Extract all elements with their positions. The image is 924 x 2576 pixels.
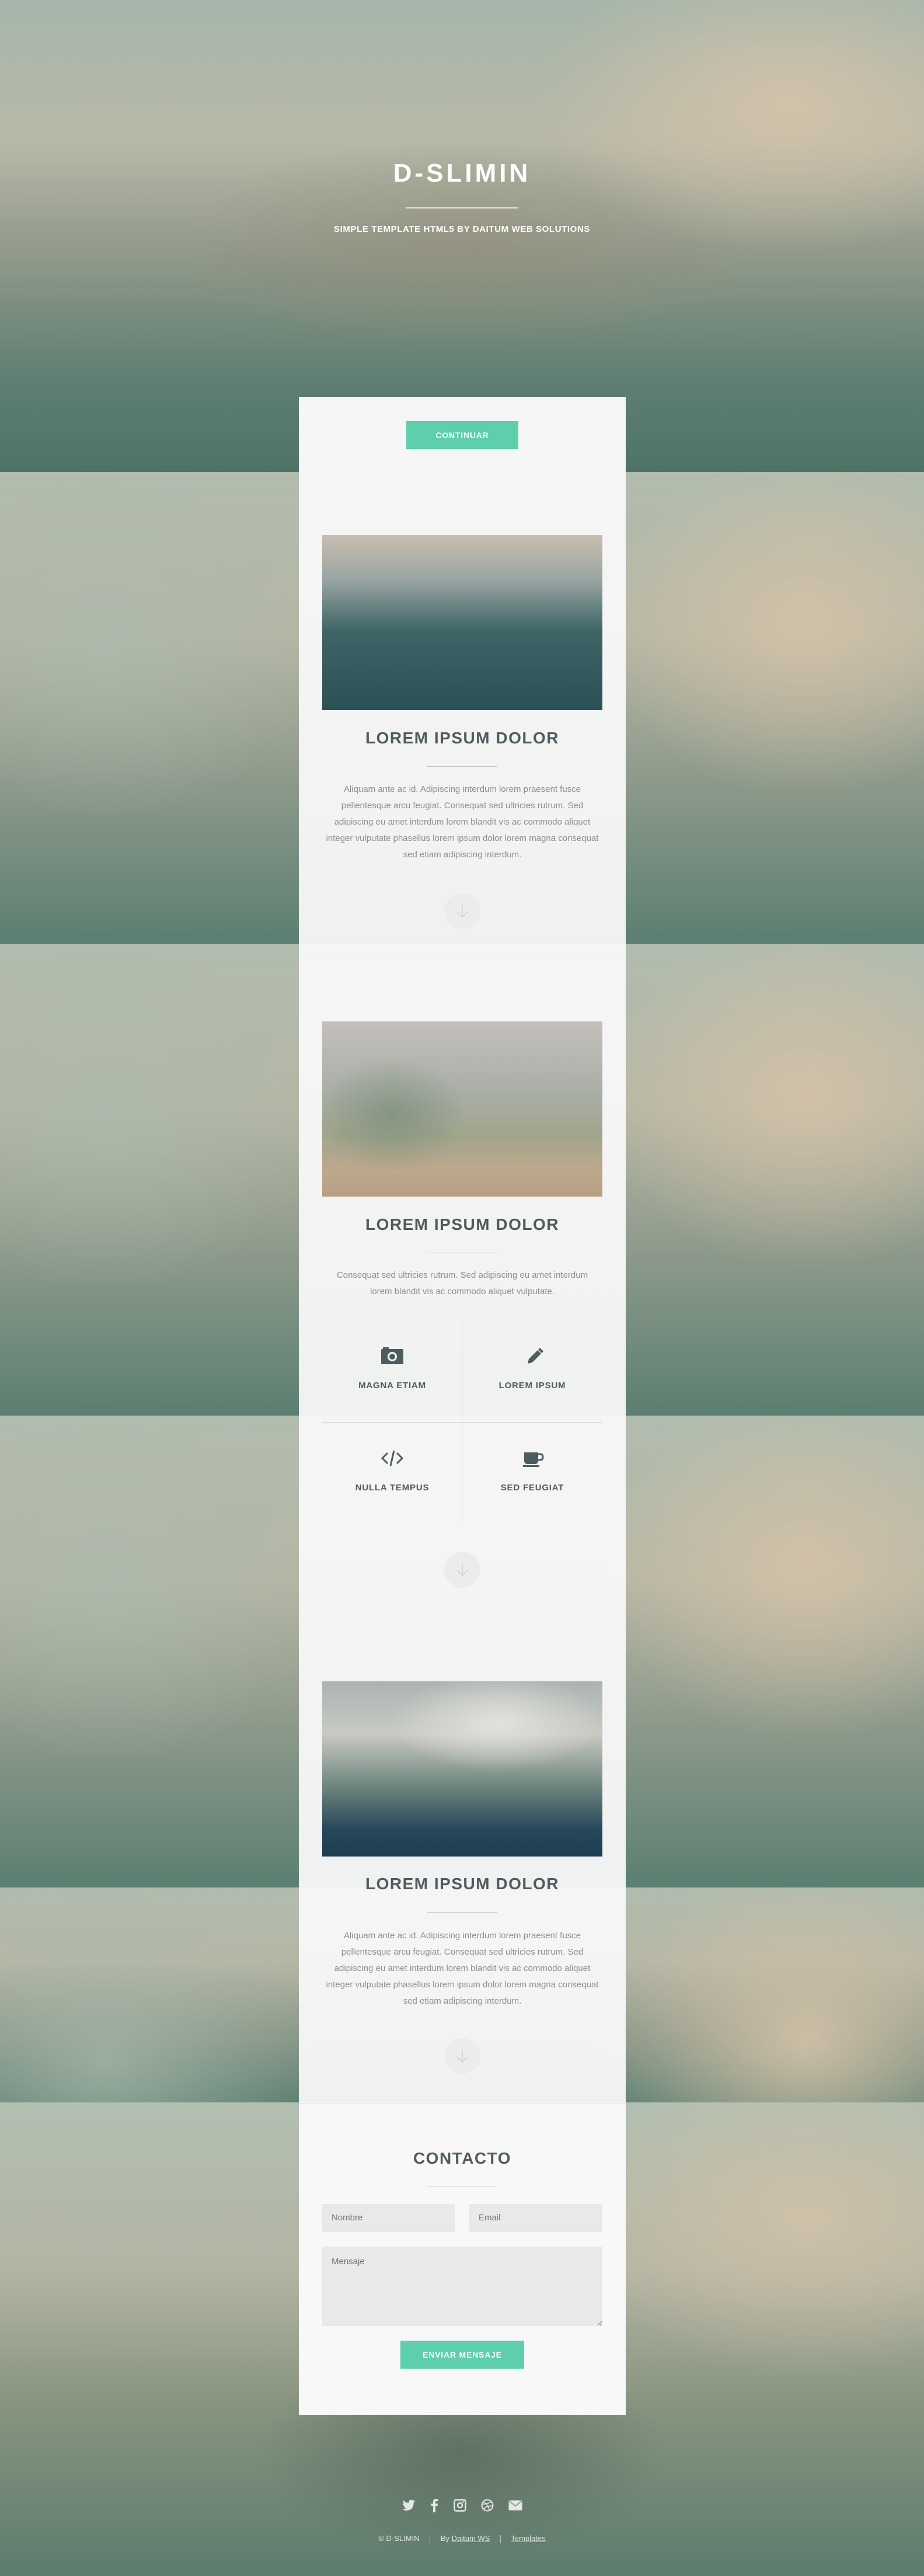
camera-icon xyxy=(322,1347,462,1368)
continue-panel: CONTINUAR xyxy=(299,397,626,472)
feature-label: SED FEUGIAT xyxy=(500,1483,564,1493)
footer-separator xyxy=(500,2535,501,2543)
section-image xyxy=(322,1681,602,1857)
contact-section: CONTACTO ENVIAR MENSAJE xyxy=(299,2104,626,2415)
message-field[interactable] xyxy=(322,2247,602,2326)
scroll-down-button[interactable] xyxy=(444,2038,480,2074)
name-field[interactable] xyxy=(322,2204,455,2232)
email-field[interactable] xyxy=(469,2204,602,2232)
section-three: LOREM IPSUM DOLOR Aliquam ante ac id. Ad… xyxy=(299,1618,626,2104)
social-links xyxy=(0,2498,924,2515)
twitter-icon[interactable] xyxy=(402,2499,416,2514)
section-title: LOREM IPSUM DOLOR xyxy=(365,729,559,747)
section-divider xyxy=(427,766,497,767)
copyright-text: © D-SLIMIN xyxy=(378,2534,420,2543)
section-text: Aliquam ante ac id. Adipiscing interdum … xyxy=(326,784,599,860)
section-image xyxy=(322,535,602,710)
title-divider xyxy=(406,207,518,208)
site-subtitle: SIMPLE TEMPLATE HTML5 BY DAITUM WEB SOLU… xyxy=(334,224,590,234)
feature-label: LOREM IPSUM xyxy=(498,1381,566,1390)
section-text: Aliquam ante ac id. Adipiscing interdum … xyxy=(326,1931,599,2006)
email-icon[interactable] xyxy=(508,2500,522,2513)
send-message-button[interactable]: ENVIAR MENSAJE xyxy=(400,2341,524,2369)
section-two: LOREM IPSUM DOLOR Consequat sed ultricie… xyxy=(299,958,626,1618)
section-title: LOREM IPSUM DOLOR xyxy=(365,1875,559,1893)
scroll-down-button[interactable] xyxy=(444,1552,480,1588)
feature-item: LOREM IPSUM xyxy=(462,1347,602,1390)
feature-label: NULLA TEMPUS xyxy=(355,1483,430,1493)
contact-title: CONTACTO xyxy=(413,2149,512,2167)
scroll-down-button[interactable] xyxy=(444,893,480,929)
section-title: LOREM IPSUM DOLOR xyxy=(365,1215,559,1233)
section-one: LOREM IPSUM DOLOR Aliquam ante ac id. Ad… xyxy=(299,472,626,958)
section-image xyxy=(322,1021,602,1197)
instagram-icon[interactable] xyxy=(453,2499,466,2514)
feature-item: MAGNA ETIAM xyxy=(322,1347,462,1390)
section-divider xyxy=(427,1912,497,1913)
site-title: D-SLIMIN xyxy=(393,159,531,187)
code-icon xyxy=(322,1449,462,1470)
grid-divider xyxy=(322,1422,602,1423)
by-prefix: By xyxy=(440,2534,450,2543)
copyright-bar: © D-SLIMIN By Daitum WS Templates xyxy=(0,2534,924,2543)
feature-label: MAGNA ETIAM xyxy=(358,1381,426,1390)
facebook-icon[interactable] xyxy=(430,2498,438,2515)
continue-button[interactable]: CONTINUAR xyxy=(406,421,518,449)
pencil-icon xyxy=(462,1347,602,1368)
dribbble-icon[interactable] xyxy=(481,2499,494,2514)
hero: D-SLIMIN SIMPLE TEMPLATE HTML5 BY DAITUM… xyxy=(0,0,924,397)
templates-link[interactable]: Templates xyxy=(511,2534,545,2543)
author-link[interactable]: Daitum WS xyxy=(452,2534,490,2543)
feature-item: NULLA TEMPUS xyxy=(322,1449,462,1493)
feature-item: SED FEUGIAT xyxy=(462,1449,602,1493)
coffee-icon xyxy=(462,1449,602,1470)
section-text: Consequat sed ultricies rutrum. Sed adip… xyxy=(336,1270,588,1296)
